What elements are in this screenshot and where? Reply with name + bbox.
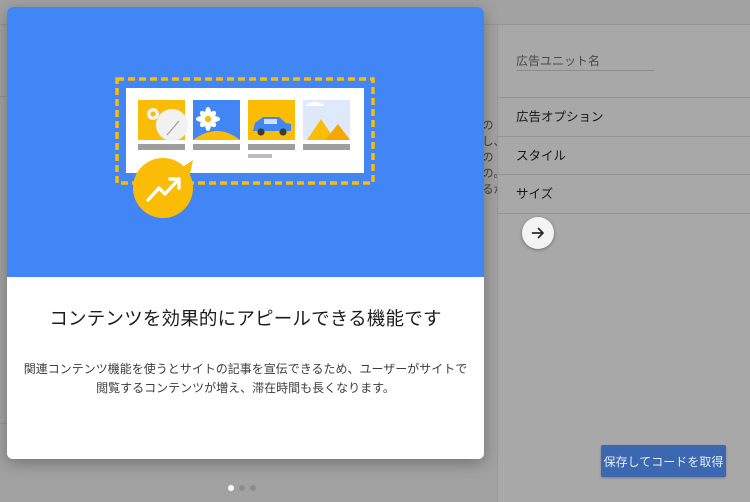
pagination-dots — [228, 485, 256, 491]
pagination-dot[interactable] — [250, 485, 256, 491]
background-text-fragment: の — [482, 150, 494, 164]
dialog-description: 関連コンテンツ機能を使うとサイトの記事を宣伝できるため、ユーザーがサイトで閲覧す… — [23, 362, 468, 395]
save-and-get-code-button[interactable]: 保存してコードを取得 — [601, 445, 726, 477]
related-content-illustration — [115, 77, 375, 218]
section-divider — [498, 213, 750, 214]
background-text-fragment: の。 — [482, 166, 497, 180]
trending-up-icon — [133, 158, 193, 218]
car-thumbnail-icon — [248, 100, 295, 158]
next-button[interactable] — [522, 217, 554, 249]
background-text-fragment: の — [482, 118, 494, 132]
ad-unit-name-underline — [516, 70, 654, 71]
background-text-fragment: し、 — [482, 134, 497, 148]
pagination-dot[interactable] — [239, 485, 245, 491]
ad-unit-name-input[interactable]: 広告ユニット名 — [516, 52, 600, 69]
style-section[interactable]: スタイル — [498, 136, 750, 174]
ad-options-section[interactable]: 広告オプション — [498, 97, 750, 135]
settings-panel: 広告ユニット名 広告オプション スタイル サイズ 保存してコードを取得 — [497, 25, 750, 502]
arrow-right-icon — [531, 227, 544, 239]
background-text-fragment: るが — [482, 182, 497, 196]
hero-illustration — [7, 7, 484, 277]
dialog-content: コンテンツを効果的にアピールできる機能です 関連コンテンツ機能を使うとサイトの記… — [7, 277, 484, 459]
size-section[interactable]: サイズ — [498, 174, 750, 212]
pagination-dot-active[interactable] — [228, 485, 234, 491]
feature-intro-dialog: コンテンツを効果的にアピールできる機能です 関連コンテンツ機能を使うとサイトの記… — [7, 7, 484, 459]
dialog-title: コンテンツを効果的にアピールできる機能です — [49, 309, 442, 330]
